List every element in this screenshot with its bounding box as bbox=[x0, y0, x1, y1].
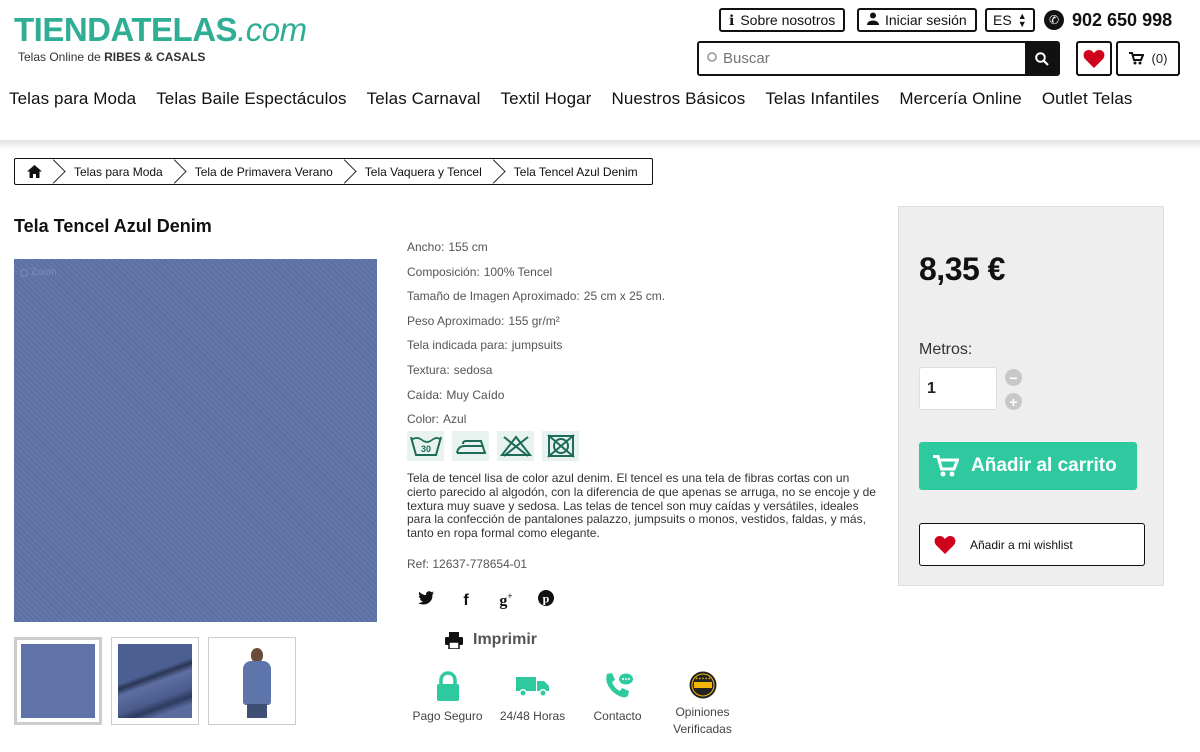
main-navigation: Telas para Moda Telas Baile Espectáculos… bbox=[9, 89, 1133, 109]
breadcrumb-current: Tela Tencel Azul Denim bbox=[513, 164, 638, 179]
login-button[interactable]: Iniciar sesión bbox=[857, 8, 977, 32]
verified-reviews-badge-icon: ★★★★★ bbox=[689, 670, 717, 700]
home-icon bbox=[27, 165, 42, 178]
user-icon bbox=[867, 12, 879, 28]
svg-text:★★★★★: ★★★★★ bbox=[695, 677, 711, 681]
spec-row: Tela indicada para: jumpsuits bbox=[407, 338, 563, 353]
search-icon bbox=[1034, 51, 1049, 66]
nav-item-infantiles[interactable]: Telas Infantiles bbox=[765, 89, 879, 109]
phone-chat-icon bbox=[603, 670, 633, 702]
heart-icon bbox=[1083, 49, 1105, 68]
pinterest-icon[interactable]: p bbox=[537, 590, 555, 611]
wishlist-button[interactable] bbox=[1076, 41, 1112, 76]
breadcrumb-item[interactable]: Tela de Primavera Verano bbox=[177, 159, 347, 184]
feature-contact[interactable]: Contacto bbox=[575, 670, 660, 738]
padlock-icon bbox=[436, 670, 460, 702]
zoom-hint[interactable]: Zoom bbox=[20, 267, 57, 278]
logo-tagline: Telas Online de RIBES & CASALS bbox=[18, 50, 206, 64]
product-title: Tela Tencel Azul Denim bbox=[14, 216, 212, 236]
phone-contact[interactable]: ✆ 902 650 998 bbox=[1044, 8, 1172, 32]
select-arrows-icon: ▲ ▼ bbox=[1017, 11, 1027, 29]
breadcrumb-home[interactable] bbox=[15, 159, 56, 184]
feature-verified-reviews[interactable]: ★★★★★ Opiniones Verificadas bbox=[660, 670, 745, 738]
add-to-wishlist-button[interactable]: Añadir a mi wishlist bbox=[919, 523, 1145, 566]
nav-item-outlet[interactable]: Outlet Telas bbox=[1042, 89, 1133, 109]
google-plus-icon[interactable]: g+ bbox=[497, 591, 515, 610]
thumbnail-1[interactable] bbox=[14, 637, 102, 725]
feature-delivery: 24/48 Horas bbox=[490, 670, 575, 738]
feature-secure-payment: Pago Seguro bbox=[405, 670, 490, 738]
purchase-box: 8,35 € Metros: 1 − + Añadir al carrito A… bbox=[898, 206, 1164, 586]
logo-wordmark: TIENDATELAS.com bbox=[14, 11, 307, 48]
phone-icon: ✆ bbox=[1044, 10, 1064, 30]
cart-button[interactable]: (0) bbox=[1116, 41, 1180, 76]
about-us-button[interactable]: ℹ Sobre nosotros bbox=[719, 8, 846, 32]
nav-item-baile[interactable]: Telas Baile Espectáculos bbox=[156, 89, 346, 109]
spec-row: Tamaño de Imagen Aproximado: 25 cm x 25 c… bbox=[407, 289, 666, 304]
cart-icon bbox=[933, 455, 959, 477]
quantity-label: Metros: bbox=[919, 341, 973, 358]
cart-count: (0) bbox=[1151, 51, 1168, 66]
svg-text:30: 30 bbox=[420, 444, 430, 454]
printer-icon bbox=[445, 631, 463, 649]
product-price: 8,35 € bbox=[919, 251, 1005, 287]
delivery-truck-icon bbox=[515, 670, 550, 702]
nav-item-textil-hogar[interactable]: Textil Hogar bbox=[500, 89, 591, 109]
facebook-icon[interactable]: f bbox=[457, 592, 475, 610]
increase-quantity-button[interactable]: + bbox=[1005, 393, 1022, 410]
breadcrumb-item[interactable]: Tela Vaquera y Tencel bbox=[347, 159, 496, 184]
nav-item-merceria[interactable]: Mercería Online bbox=[899, 89, 1021, 109]
spec-row: Ancho: 155 cm bbox=[407, 240, 488, 254]
print-button[interactable]: Imprimir bbox=[445, 631, 537, 649]
search-input[interactable] bbox=[699, 43, 1025, 74]
info-icon: ℹ bbox=[729, 11, 735, 28]
quantity-input[interactable]: 1 bbox=[919, 367, 997, 410]
nav-item-telas-moda[interactable]: Telas para Moda bbox=[9, 89, 136, 109]
breadcrumb: Telas para Moda Tela de Primavera Verano… bbox=[14, 158, 653, 185]
svg-text:p: p bbox=[543, 592, 550, 606]
nav-divider bbox=[0, 140, 1200, 150]
decrease-quantity-button[interactable]: − bbox=[1005, 369, 1022, 386]
search-bar bbox=[697, 41, 1060, 76]
spec-row: Composición: 100% Tencel bbox=[407, 264, 553, 279]
iron-icon bbox=[452, 431, 489, 461]
service-features: Pago Seguro 24/48 Horas Contacto ★★★★★ O… bbox=[405, 670, 745, 738]
spec-row: Caída: Muy Caído bbox=[407, 387, 505, 402]
add-to-cart-button[interactable]: Añadir al carrito bbox=[919, 442, 1137, 490]
product-main-image[interactable]: Zoom bbox=[14, 259, 377, 622]
twitter-icon[interactable] bbox=[417, 591, 435, 610]
plus-icon: + bbox=[1009, 393, 1018, 410]
breadcrumb-item[interactable]: Telas para Moda bbox=[56, 159, 177, 184]
thumbnail-3[interactable] bbox=[208, 637, 296, 725]
zoom-icon bbox=[20, 268, 28, 277]
heart-icon bbox=[934, 535, 956, 554]
nav-item-basicos[interactable]: Nuestros Básicos bbox=[611, 89, 745, 109]
search-button[interactable] bbox=[1025, 43, 1058, 74]
product-specs: Ancho: 155 cm Composición: 100% Tencel Tam… bbox=[407, 240, 665, 437]
spec-row: Textura: sedosa bbox=[407, 362, 493, 377]
no-bleach-icon bbox=[497, 431, 534, 461]
language-select[interactable]: ES ▲ ▼ bbox=[985, 8, 1035, 32]
product-reference: Ref: 12637-778654-01 bbox=[407, 557, 528, 571]
no-tumble-dry-icon bbox=[542, 431, 579, 461]
search-hint-icon bbox=[707, 52, 717, 62]
care-instructions: 30 bbox=[407, 431, 579, 461]
product-description: Tela de tencel lisa de color azul denim.… bbox=[407, 471, 876, 541]
social-share: f g+ p bbox=[417, 590, 555, 611]
cart-icon bbox=[1128, 52, 1144, 65]
site-logo[interactable]: TIENDATELAS.com Telas Online de RIBES & … bbox=[14, 11, 307, 65]
wash-30-icon: 30 bbox=[407, 431, 444, 461]
minus-icon: − bbox=[1009, 369, 1018, 386]
spec-row: Peso Aproximado: 155 gr/m² bbox=[407, 313, 560, 328]
thumbnail-2[interactable] bbox=[111, 637, 199, 725]
nav-item-carnaval[interactable]: Telas Carnaval bbox=[367, 89, 481, 109]
